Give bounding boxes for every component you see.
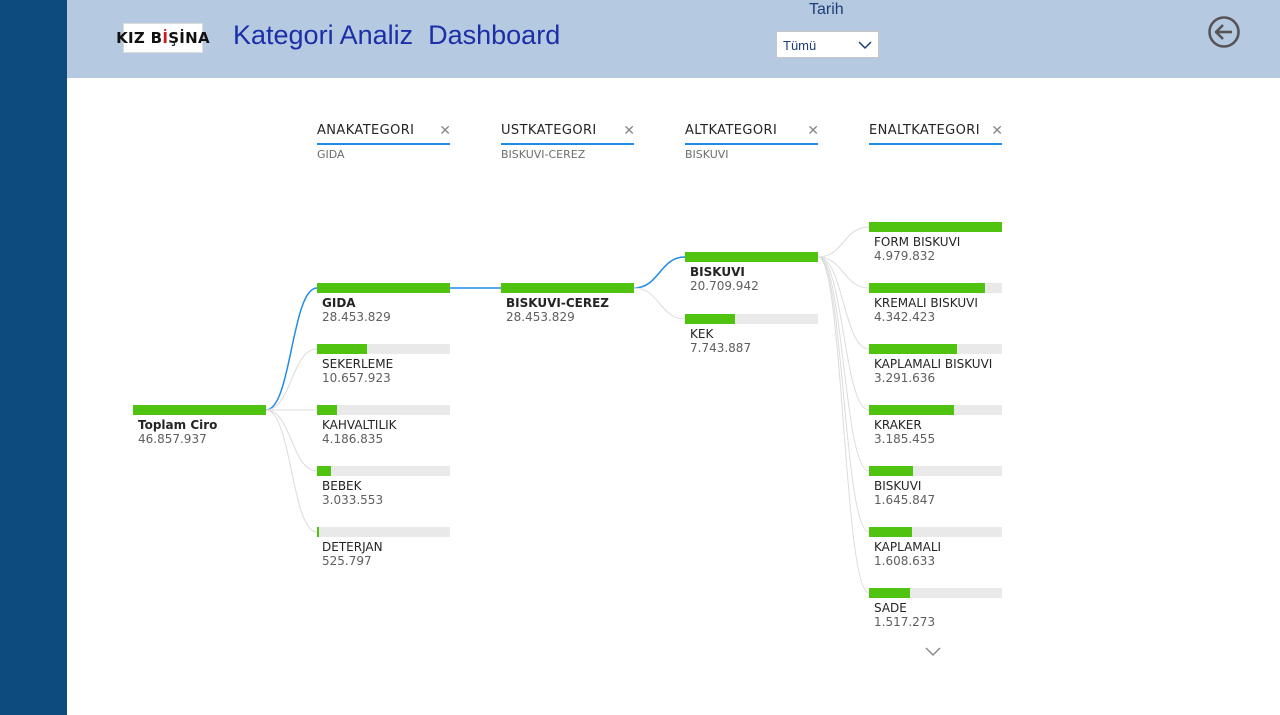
node-label: SEKERLEME <box>322 357 394 371</box>
node-bar <box>869 344 957 354</box>
active-connector <box>633 256 686 289</box>
node-bar-track <box>317 405 450 415</box>
column-header-enaltkategori: ENALTKATEGORI ✕ <box>869 123 1003 145</box>
tree-connectors <box>265 226 870 594</box>
node-value: 46.857.937 <box>138 432 207 446</box>
node-bar <box>317 466 332 476</box>
chevron-down-icon[interactable] <box>924 646 942 658</box>
node-label: KEK <box>690 327 714 341</box>
node-bar <box>685 314 735 324</box>
connector <box>265 409 318 533</box>
connector <box>817 256 870 594</box>
node-value: 4.342.423 <box>874 310 936 324</box>
node-bar-track <box>317 527 450 537</box>
node-label: DETERJAN <box>322 540 383 554</box>
node-value: 1.645.847 <box>874 493 936 507</box>
node-label: KAPLAMALI <box>874 540 942 554</box>
node-value: 525.797 <box>322 554 372 568</box>
column-header-label: ANAKATEGORI <box>317 123 415 138</box>
node-bar-track <box>869 405 1002 415</box>
node-bar <box>685 252 818 262</box>
node-bar <box>869 283 985 293</box>
connector <box>817 256 870 472</box>
node-value: 20.709.942 <box>690 279 759 293</box>
node-value: 10.657.923 <box>322 371 391 385</box>
column-filter-ustkategori: BISKUVI-CEREZ <box>501 148 586 161</box>
close-icon[interactable]: ✕ <box>991 123 1003 139</box>
node-value: 7.743.887 <box>690 341 752 355</box>
node-bar <box>501 283 634 293</box>
node-label: KRAKER <box>874 418 922 432</box>
node-bar-track <box>869 344 1002 354</box>
connector <box>817 226 870 258</box>
node-bar-track <box>317 283 450 293</box>
node-bar <box>317 283 450 293</box>
column-header-label: USTKATEGORI <box>501 123 597 138</box>
column-header-anakategori: ANAKATEGORI ✕ <box>317 123 451 145</box>
node-value: 1.517.273 <box>874 615 936 629</box>
node-bar <box>317 527 320 537</box>
node-label: SADE <box>874 601 907 615</box>
node-value: 1.608.633 <box>874 554 936 568</box>
column-header-label: ALTKATEGORI <box>685 123 778 138</box>
node-label: Toplam Ciro <box>138 418 218 432</box>
node-bar-track <box>869 466 1002 476</box>
node-bar <box>869 222 1002 232</box>
node-bar-track <box>317 344 450 354</box>
column-filter-anakategori: GIDA <box>317 148 345 161</box>
node-bar-track <box>685 314 818 324</box>
node-bar-track <box>869 222 1002 232</box>
node-label: BISKUVI-CEREZ <box>506 296 609 310</box>
node-bar <box>133 405 266 415</box>
node-bar <box>317 405 337 415</box>
node-bar <box>869 527 912 537</box>
connector <box>265 348 318 411</box>
connector <box>817 256 870 411</box>
close-icon[interactable]: ✕ <box>439 123 451 139</box>
node-label: BEBEK <box>322 479 362 493</box>
node-label: BISKUVI <box>690 265 745 279</box>
connector <box>817 256 870 533</box>
node-value: 4.186.835 <box>322 432 384 446</box>
node-bar-track <box>869 527 1002 537</box>
node-bar <box>869 466 913 476</box>
node-bar <box>317 344 367 354</box>
node-bar-track <box>869 283 1002 293</box>
node-bar-track <box>501 283 634 293</box>
column-header-label: ENALTKATEGORI <box>869 123 980 138</box>
node-label: FORM BISKUVI <box>874 235 961 249</box>
node-bar-track <box>685 252 818 262</box>
node-label: GIDA <box>322 296 356 310</box>
column-header-altkategori: ALTKATEGORI ✕ <box>685 123 819 145</box>
node-value: 28.453.829 <box>506 310 575 324</box>
node-value: 3.185.455 <box>874 432 936 446</box>
connector <box>265 409 318 472</box>
node-value: 3.033.553 <box>322 493 384 507</box>
close-icon[interactable]: ✕ <box>807 123 819 139</box>
node-value: 4.979.832 <box>874 249 936 263</box>
column-header-ustkategori: USTKATEGORI ✕ <box>501 123 635 145</box>
node-label: KAHVALTILIK <box>322 418 397 432</box>
node-label: BISKUVI <box>874 479 922 493</box>
close-icon[interactable]: ✕ <box>623 123 635 139</box>
node-bar-track <box>869 588 1002 598</box>
column-filter-altkategori: BISKUVI <box>685 148 729 161</box>
node-bar <box>869 588 910 598</box>
node-label: KAPLAMALI BISKUVI <box>874 357 993 371</box>
node-value: 28.453.829 <box>322 310 391 324</box>
active-connector <box>265 287 318 411</box>
node-label: KREMALI BISKUVI <box>874 296 978 310</box>
connector <box>633 287 686 320</box>
node-value: 3.291.636 <box>874 371 936 385</box>
node-bar-track <box>133 405 266 415</box>
node-bar <box>869 405 955 415</box>
node-bar-track <box>317 466 450 476</box>
